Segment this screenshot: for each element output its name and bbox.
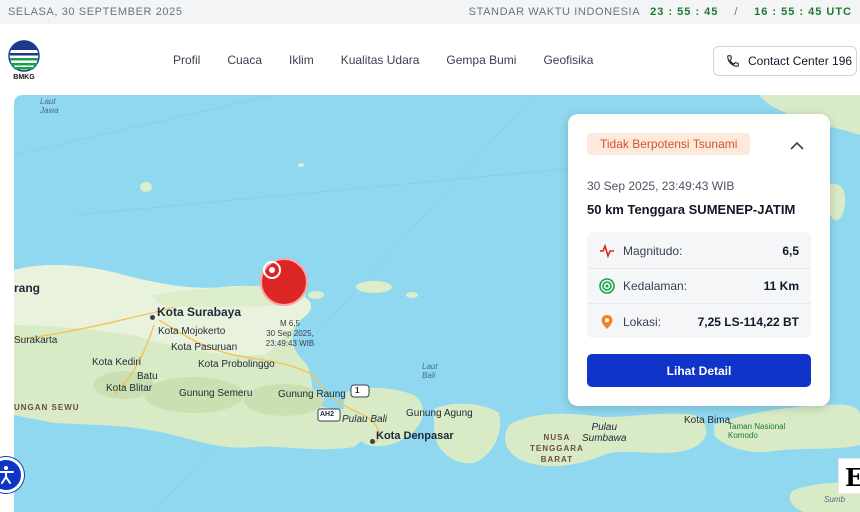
- earthquake-datetime: 30 Sep 2025, 23:49:43 WIB: [587, 179, 735, 193]
- label-kota-probolinggo: Kota Probolinggo: [198, 359, 275, 370]
- logo-text: BMKG: [13, 74, 35, 81]
- route-1-label: 1: [355, 386, 360, 395]
- label-gunung-raung: Gunung Raung: [278, 389, 346, 400]
- current-date: SELASA, 30 SEPTEMBER 2025: [8, 6, 183, 18]
- epicenter-time: 23:49:43 WIB: [265, 339, 315, 348]
- coordinates-label: Lokasi:: [623, 314, 662, 329]
- time-separator: /: [734, 6, 739, 18]
- label-pulau-bali: Pulau Bali: [342, 414, 388, 425]
- menu-item-gempa-bumi[interactable]: Gempa Bumi: [446, 53, 516, 67]
- earthquake-location: 50 km Tenggara SUMENEP-JATIM: [587, 202, 796, 217]
- corner-letter-widget[interactable]: E: [838, 458, 860, 494]
- label-taman-nasional-komodo: Taman Nasional Komodo: [728, 422, 786, 440]
- seismograph-icon: [600, 243, 614, 259]
- menu-item-geofisika[interactable]: Geofisika: [543, 53, 593, 67]
- time-standard-label: STANDAR WAKTU INDONESIA: [468, 6, 641, 18]
- chevron-up-icon[interactable]: [790, 142, 804, 150]
- label-kota-mojokerto: Kota Mojokerto: [158, 326, 226, 337]
- earthquake-info-card: Tidak Berpotensi Tsunami 30 Sep 2025, 23…: [568, 114, 830, 406]
- label-nusa-tenggara-barat: NUSA TENGGARA BARAT: [530, 433, 584, 464]
- label-laut-jawa: Laut Jawa: [40, 97, 59, 115]
- label-laut-bali: Laut Bali: [422, 362, 438, 380]
- bmkg-emblem-icon: [8, 40, 40, 72]
- label-gunung-semeru: Gunung Semeru: [179, 388, 253, 399]
- menu-item-profil[interactable]: Profil: [173, 53, 200, 67]
- accessibility-icon: [0, 466, 14, 484]
- epicenter-caption: M 6,5 30 Sep 2025, 23:49:43 WIB: [260, 319, 320, 349]
- route-ah2-label: AH2: [320, 411, 335, 418]
- label-kota-blitar: Kota Blitar: [106, 383, 153, 394]
- main-menu: Profil Cuaca Iklim Kualitas Udara Gempa …: [173, 53, 620, 67]
- detail-row-depth: Kedalaman: 11 Km: [587, 269, 811, 304]
- lihat-detail-button[interactable]: Lihat Detail: [587, 354, 811, 387]
- epicenter-target-icon: [263, 261, 281, 279]
- city-marker: [150, 315, 155, 320]
- depth-value: 11 Km: [763, 279, 799, 293]
- detail-row-magnitude: Magnitudo: 6,5: [587, 234, 811, 269]
- contact-center-label: Contact Center 196: [748, 54, 853, 68]
- location-pin-icon: [601, 314, 613, 329]
- menu-item-kualitas-udara[interactable]: Kualitas Udara: [341, 53, 420, 67]
- epicenter-marker[interactable]: [260, 258, 308, 306]
- top-bar: SELASA, 30 SEPTEMBER 2025 STANDAR WAKTU …: [0, 0, 860, 24]
- label-kota-pasuruan: Kota Pasuruan: [171, 342, 238, 353]
- city-marker: [370, 439, 375, 444]
- target-icon: [599, 278, 615, 294]
- earthquake-details: Magnitudo: 6,5 Kedalaman: 11 Km Lokasi: …: [587, 232, 811, 338]
- label-kota-surabaya: Kota Surabaya: [157, 305, 242, 319]
- label-batu: Batu: [137, 371, 158, 382]
- label-surakarta: Surakarta: [14, 335, 58, 346]
- utc-time: 16 : 55 : 45 UTC: [754, 6, 852, 18]
- time-panel: STANDAR WAKTU INDONESIA 23 : 55 : 45 / 1…: [469, 6, 852, 18]
- bmkg-logo[interactable]: BMKG: [6, 40, 42, 84]
- local-time: 23 : 55 : 45: [650, 6, 719, 18]
- contact-center-button[interactable]: Contact Center 196: [713, 46, 857, 76]
- label-gunung-agung: Gunung Agung: [406, 408, 473, 419]
- label-gunung-sewu: UNGAN SEWU: [14, 403, 80, 412]
- menu-item-cuaca[interactable]: Cuaca: [227, 53, 262, 67]
- epicenter-date: 30 Sep 2025,: [266, 329, 314, 338]
- tsunami-status-badge: Tidak Berpotensi Tsunami: [587, 133, 751, 155]
- depth-label: Kedalaman:: [623, 279, 688, 293]
- label-kota-kediri: Kota Kediri: [92, 357, 141, 368]
- label-kota-bima: Kota Bima: [684, 415, 731, 426]
- label-pulau-sumbawa: Pulau Sumbawa: [582, 422, 627, 444]
- magnitude-value: 6,5: [782, 244, 799, 258]
- main-navbar: BMKG Profil Cuaca Iklim Kualitas Udara G…: [0, 24, 860, 96]
- phone-icon: [727, 55, 739, 67]
- magnitude-label: Magnitudo:: [623, 244, 683, 258]
- label-sumba-edge: Sumb: [824, 495, 845, 504]
- label-rang: rang: [14, 281, 41, 295]
- detail-row-location: Lokasi: 7,25 LS-114,22 BT: [587, 304, 811, 339]
- epicenter-magnitude: M 6,5: [279, 319, 300, 328]
- label-kota-denpasar: Kota Denpasar: [376, 430, 454, 442]
- menu-item-iklim[interactable]: Iklim: [289, 53, 314, 67]
- coordinates-value: 7,25 LS-114,22 BT: [697, 314, 799, 329]
